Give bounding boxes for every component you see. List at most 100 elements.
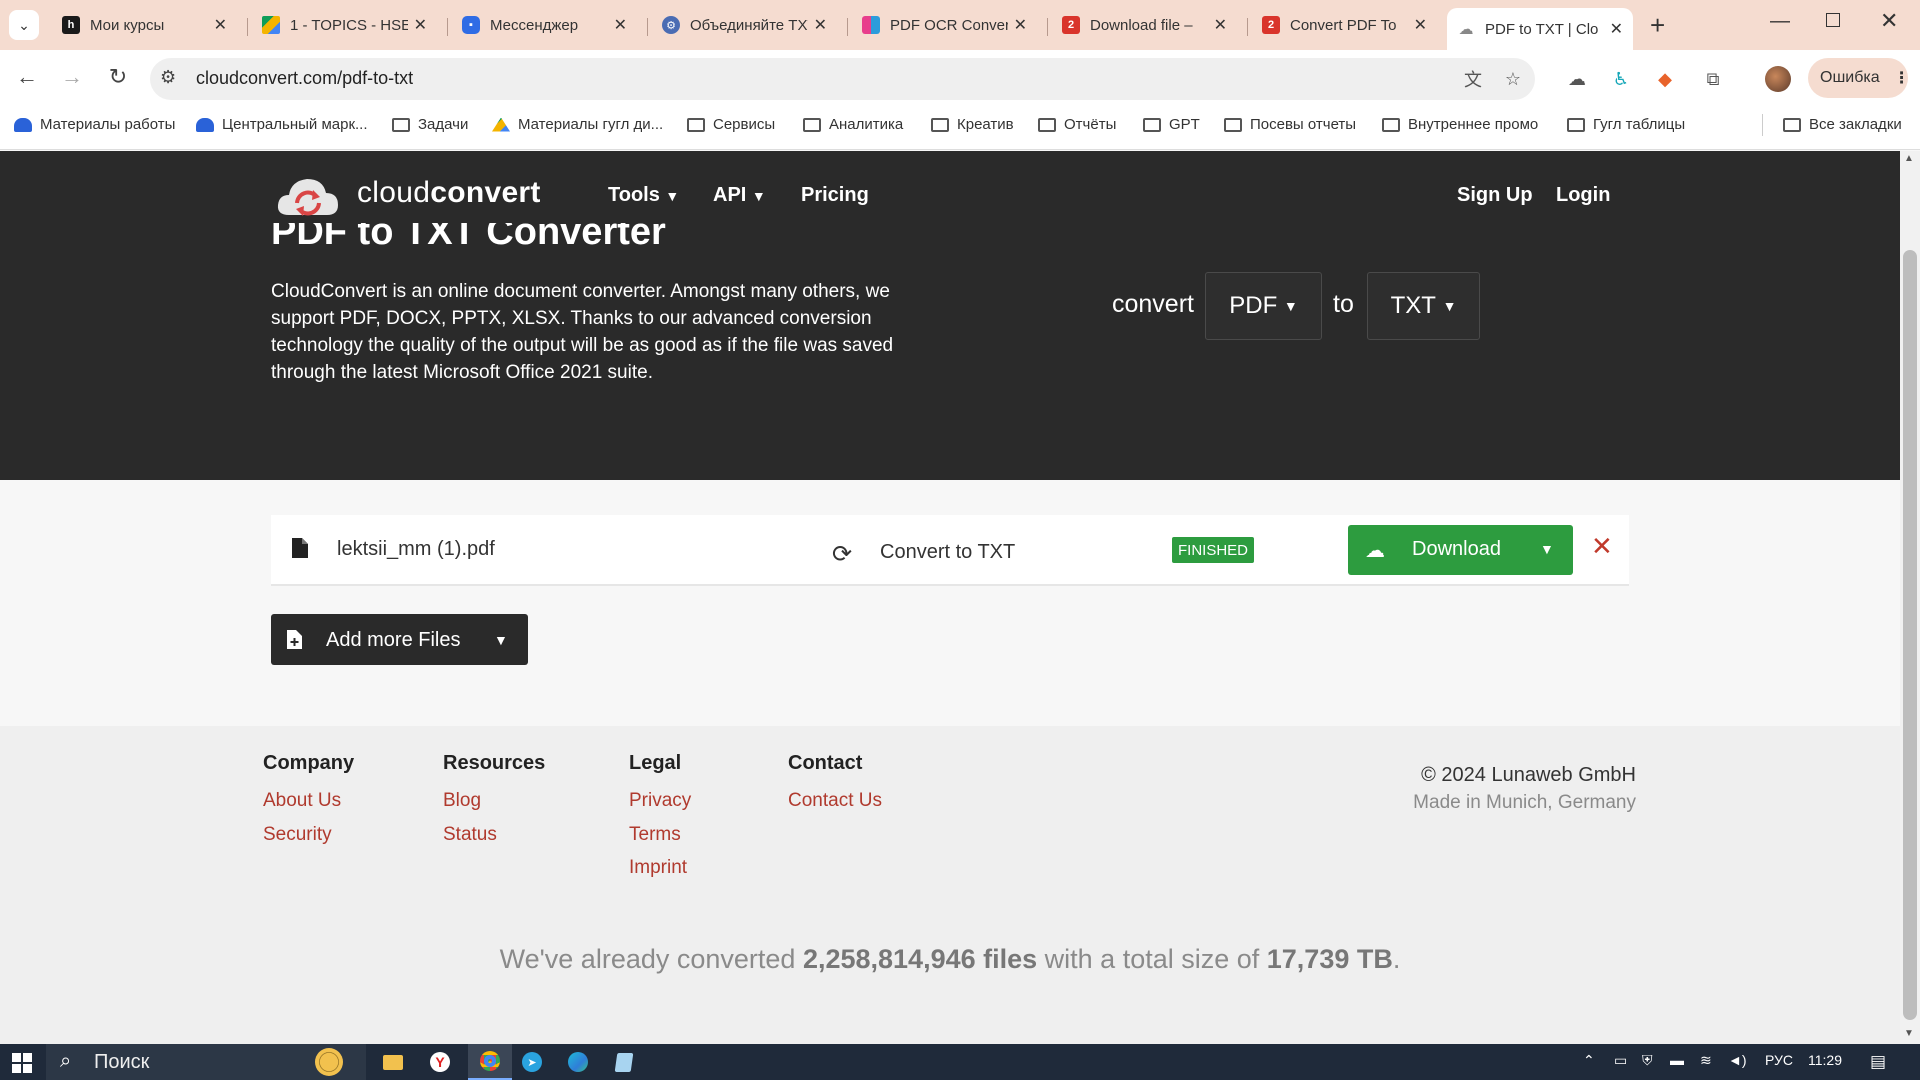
bookmark-1[interactable]: Центральный марк... bbox=[196, 116, 368, 133]
footer-resources-title: Resources bbox=[443, 752, 546, 774]
messenger-icon: ▪ bbox=[462, 16, 480, 34]
cloud-icon bbox=[14, 117, 32, 132]
footer-link-status[interactable]: Status bbox=[443, 824, 497, 846]
footer-link-terms[interactable]: Terms bbox=[629, 824, 681, 846]
forward-button[interactable]: → bbox=[57, 64, 87, 90]
yandex-browser-icon[interactable]: Y bbox=[426, 1050, 454, 1074]
close-tab-icon[interactable]: ✕ bbox=[814, 15, 827, 35]
scroll-down-arrow[interactable]: ▼ bbox=[1904, 1028, 1914, 1039]
tab-0[interactable]: h Мои курсы ✕ bbox=[52, 8, 237, 42]
bookmark-5[interactable]: Аналитика bbox=[803, 116, 903, 133]
volume-icon[interactable]: ◄) bbox=[1728, 1052, 1747, 1068]
bookmark-3[interactable]: Материалы гугл ди... bbox=[492, 116, 663, 133]
restore-button[interactable] bbox=[1826, 13, 1840, 27]
close-window-button[interactable]: ✕ bbox=[1880, 8, 1898, 34]
nav-api[interactable]: API ▼ bbox=[713, 184, 766, 207]
close-tab-icon[interactable]: ✕ bbox=[614, 15, 627, 35]
new-tab-button[interactable]: + bbox=[1650, 10, 1665, 41]
file-explorer-icon[interactable] bbox=[379, 1050, 407, 1074]
site-info-icon[interactable]: ⚙ bbox=[160, 67, 176, 88]
clock[interactable]: 11:29 bbox=[1808, 1052, 1842, 1068]
menu-dots-icon[interactable]: ⋮ bbox=[1894, 68, 1910, 88]
bookmark-7[interactable]: Отчёты bbox=[1038, 116, 1116, 133]
telegram-icon[interactable]: ➤ bbox=[518, 1050, 546, 1074]
footer-link-security[interactable]: Security bbox=[263, 824, 332, 846]
to-format-select[interactable]: TXT ▼ bbox=[1367, 272, 1480, 340]
refresh-icon[interactable]: ⟳ bbox=[832, 540, 852, 569]
search-icon: ⌕ bbox=[60, 1050, 72, 1072]
download-dropdown-icon[interactable]: ▼ bbox=[1540, 541, 1554, 557]
from-format-select[interactable]: PDF ▼ bbox=[1205, 272, 1322, 340]
battery-icon[interactable]: ▬ bbox=[1670, 1052, 1684, 1068]
brand-name[interactable]: cloudconvert bbox=[357, 176, 541, 210]
footer-link-blog[interactable]: Blog bbox=[443, 790, 481, 812]
back-button[interactable]: ← bbox=[12, 64, 42, 90]
pdf2go-icon: 2 bbox=[1262, 16, 1280, 34]
language-indicator[interactable]: РУС bbox=[1765, 1052, 1793, 1068]
tray-chevron-icon[interactable]: ⌃ bbox=[1583, 1052, 1595, 1069]
tab-1[interactable]: 1 - TOPICS - HSE ✕ bbox=[252, 8, 437, 42]
bookmark-9[interactable]: Посевы отчеты bbox=[1224, 116, 1356, 133]
add-more-files-button[interactable]: Add more Files ▼ bbox=[271, 614, 528, 665]
status-badge: FINISHED bbox=[1172, 537, 1255, 563]
tab-6[interactable]: 2 Convert PDF To ✕ bbox=[1252, 8, 1437, 42]
tray-device-icon[interactable]: ▭ bbox=[1614, 1052, 1627, 1069]
extension-hat-icon[interactable]: ◆ bbox=[1652, 66, 1678, 92]
avatar[interactable] bbox=[1765, 66, 1791, 92]
notepad-icon[interactable] bbox=[610, 1050, 638, 1074]
reload-button[interactable]: ↻ bbox=[103, 64, 133, 90]
remove-file-icon[interactable]: ✕ bbox=[1591, 531, 1613, 562]
download-button[interactable]: ☁ Download ▼ bbox=[1348, 525, 1573, 575]
extensions-puzzle-icon[interactable]: ⧉ bbox=[1700, 66, 1726, 92]
weather-icon[interactable] bbox=[315, 1048, 343, 1076]
edge-icon[interactable] bbox=[564, 1050, 592, 1074]
bookmark-6[interactable]: Креатив bbox=[931, 116, 1014, 133]
cloudconvert-logo-icon[interactable] bbox=[275, 173, 341, 219]
bookmark-star-icon[interactable]: ☆ bbox=[1500, 66, 1526, 92]
close-tab-icon[interactable]: ✕ bbox=[414, 15, 427, 35]
tab-search-button[interactable]: ⌄ bbox=[9, 10, 39, 40]
nav-login[interactable]: Login bbox=[1556, 184, 1610, 207]
nav-tools[interactable]: Tools ▼ bbox=[608, 184, 679, 207]
chevron-down-icon[interactable]: ▼ bbox=[494, 632, 508, 648]
close-tab-icon[interactable]: ✕ bbox=[1610, 19, 1623, 39]
footer-link-contact[interactable]: Contact Us bbox=[788, 790, 882, 812]
extension-accessibility-icon[interactable]: ♿ bbox=[1608, 66, 1634, 92]
cloud-icon bbox=[196, 117, 214, 132]
windows-start-icon[interactable] bbox=[12, 1053, 32, 1073]
url-text[interactable]: cloudconvert.com/pdf-to-txt bbox=[196, 68, 413, 89]
extension-cloud-icon[interactable]: ☁ bbox=[1564, 66, 1590, 92]
scrollbar-thumb[interactable] bbox=[1903, 250, 1917, 1020]
tab-5[interactable]: 2 Download file – ✕ bbox=[1052, 8, 1237, 42]
tab-3[interactable]: ⚙ Объединяйте TXT ✕ bbox=[652, 8, 837, 42]
nav-pricing[interactable]: Pricing bbox=[801, 184, 869, 207]
bookmark-8[interactable]: GPT bbox=[1143, 116, 1200, 133]
chrome-icon[interactable] bbox=[468, 1044, 512, 1080]
translate-icon[interactable]: 文 bbox=[1460, 66, 1486, 92]
footer-link-imprint[interactable]: Imprint bbox=[629, 857, 687, 879]
close-tab-icon[interactable]: ✕ bbox=[1014, 15, 1027, 35]
all-bookmarks[interactable]: Все закладки bbox=[1783, 116, 1902, 133]
tab-2[interactable]: ▪ Мессенджер ✕ bbox=[452, 8, 637, 42]
bookmark-0[interactable]: Материалы работы bbox=[14, 116, 175, 133]
minimize-button[interactable]: — bbox=[1770, 10, 1790, 33]
profile-error-button[interactable]: Ошибка ⋮ bbox=[1808, 58, 1910, 98]
tab-4[interactable]: PDF OCR Conver ✕ bbox=[852, 8, 1037, 42]
scroll-up-arrow[interactable]: ▲ bbox=[1904, 153, 1914, 164]
close-tab-icon[interactable]: ✕ bbox=[214, 15, 227, 35]
drive-icon bbox=[492, 117, 510, 132]
footer-link-privacy[interactable]: Privacy bbox=[629, 790, 691, 812]
bookmark-4[interactable]: Сервисы bbox=[687, 116, 775, 133]
bookmark-10[interactable]: Внутреннее промо bbox=[1382, 116, 1538, 133]
footer-link-about[interactable]: About Us bbox=[263, 790, 341, 812]
close-tab-icon[interactable]: ✕ bbox=[1414, 15, 1427, 35]
tray-security-icon[interactable]: ⛨ bbox=[1642, 1052, 1653, 1069]
wifi-icon[interactable]: ≋ bbox=[1700, 1052, 1712, 1069]
notifications-icon[interactable]: ▤ bbox=[1870, 1052, 1886, 1072]
tab-active[interactable]: ☁ PDF to TXT | Clo ✕ bbox=[1447, 8, 1633, 50]
bookmark-2[interactable]: Задачи bbox=[392, 116, 468, 133]
close-tab-icon[interactable]: ✕ bbox=[1214, 15, 1227, 35]
nav-signup[interactable]: Sign Up bbox=[1457, 184, 1533, 207]
bookmark-11[interactable]: Гугл таблицы bbox=[1567, 116, 1685, 133]
convert-target[interactable]: Convert to TXT bbox=[880, 541, 1015, 564]
